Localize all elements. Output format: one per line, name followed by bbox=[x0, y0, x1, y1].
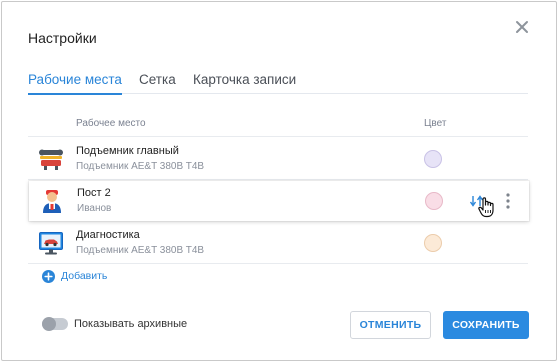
dialog-title: Настройки bbox=[28, 30, 97, 46]
table-row[interactable]: Диагностика Подъемник AE&T 380B T4B bbox=[28, 223, 528, 263]
hand-cursor-icon bbox=[478, 197, 494, 218]
row-divider bbox=[28, 179, 528, 180]
toggle-knob bbox=[42, 317, 56, 331]
show-archived-control: Показывать архивные bbox=[42, 317, 188, 331]
mechanic-person-icon bbox=[43, 190, 61, 213]
workplace-name: Подъемник главный bbox=[76, 145, 179, 157]
show-archived-toggle[interactable] bbox=[42, 317, 68, 331]
save-button[interactable]: СОХРАНИТЬ bbox=[443, 311, 529, 339]
table-row[interactable]: Пост 2 Иванов bbox=[29, 181, 529, 221]
table-row[interactable]: Подъемник главный Подъемник AE&T 380B T4… bbox=[28, 139, 528, 179]
color-swatch[interactable] bbox=[424, 150, 442, 168]
color-swatch[interactable] bbox=[424, 234, 442, 252]
show-archived-label: Показывать архивные bbox=[74, 318, 188, 330]
header-divider bbox=[28, 136, 528, 137]
workplace-name: Пост 2 bbox=[77, 187, 111, 199]
column-header-workplace: Рабочее место bbox=[76, 118, 146, 129]
tab-grid[interactable]: Сетка bbox=[139, 72, 176, 94]
column-header-color: Цвет bbox=[424, 118, 447, 129]
tab-workplaces[interactable]: Рабочие места bbox=[28, 72, 122, 95]
workplace-subtitle: Подъемник AE&T 380B T4B bbox=[76, 245, 205, 256]
add-workplace-button[interactable]: Добавить bbox=[42, 268, 107, 284]
workplace-subtitle: Иванов bbox=[77, 203, 112, 214]
plus-circle-icon bbox=[42, 269, 55, 283]
settings-dialog: Настройки Рабочие места Сетка Карточка з… bbox=[1, 1, 557, 361]
close-icon[interactable] bbox=[514, 19, 530, 35]
diagnostics-monitor-icon bbox=[39, 232, 63, 255]
row-divider bbox=[28, 263, 528, 264]
more-options-icon[interactable] bbox=[505, 192, 511, 210]
color-swatch[interactable] bbox=[425, 192, 443, 210]
lift-wrench-icon bbox=[39, 149, 63, 170]
cancel-button[interactable]: ОТМЕНИТЬ bbox=[350, 311, 431, 339]
tab-record-card[interactable]: Карточка записи bbox=[193, 72, 296, 94]
tab-bar: Рабочие места Сетка Карточка записи bbox=[28, 72, 528, 95]
workplace-subtitle: Подъемник AE&T 380B T4B bbox=[76, 161, 205, 172]
workplace-name: Диагностика bbox=[76, 229, 140, 241]
add-label: Добавить bbox=[61, 270, 108, 282]
